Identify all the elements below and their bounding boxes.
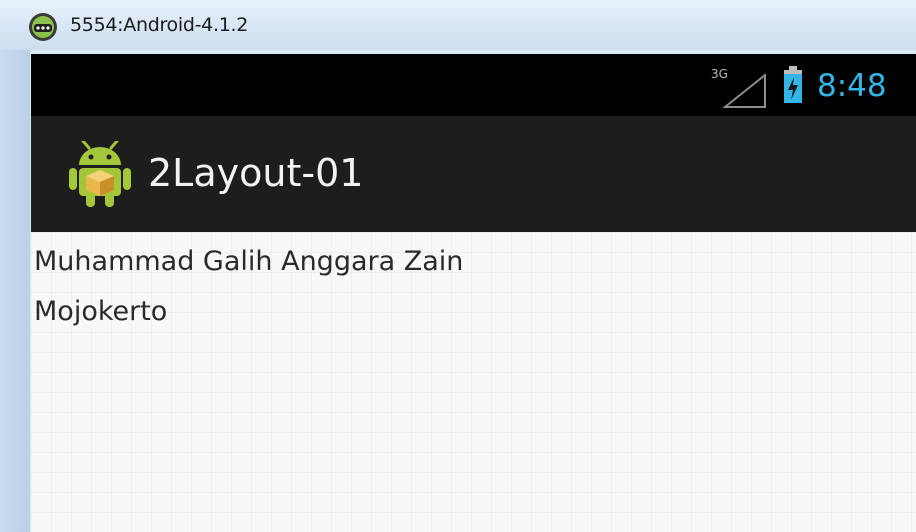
signal-icon [722, 72, 767, 112]
layout-content: Muhammad Galih Anggara Zain Mojokerto [31, 232, 916, 532]
android-device-screen: 3G 8:48 2Layout-01 Muhammad Galih Anggar… [31, 54, 916, 532]
app-title: 2Layout-01 [148, 151, 364, 195]
android-app-icon[interactable] [69, 139, 131, 211]
name-textview: Muhammad Galih Anggara Zain [34, 246, 464, 277]
android-emulator-icon[interactable] [28, 12, 58, 42]
window-frame-left [0, 0, 30, 532]
battery-charging-icon [783, 66, 803, 108]
city-textview: Mojokerto [34, 296, 168, 327]
window-title: 5554:Android-4.1.2 [70, 14, 249, 36]
status-bar: 3G 8:48 [31, 54, 916, 116]
window-titlebar[interactable]: 5554:Android-4.1.2 [0, 0, 916, 50]
action-bar: 2Layout-01 [31, 116, 916, 232]
status-time: 8:48 [817, 68, 887, 104]
